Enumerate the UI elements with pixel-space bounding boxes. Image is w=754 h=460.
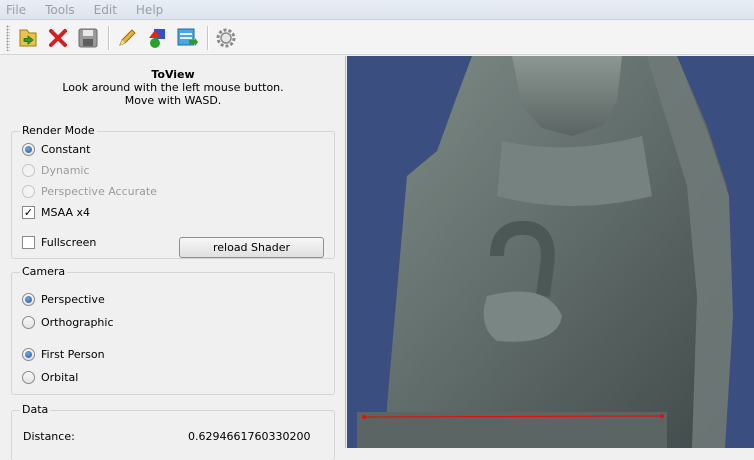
radio-label: Orthographic: [41, 316, 114, 329]
menu-help[interactable]: Help: [136, 3, 163, 17]
measurement-point-end[interactable]: [660, 414, 664, 418]
pencil-icon: [119, 28, 136, 46]
radio-orbital[interactable]: Orbital: [22, 371, 78, 384]
data-title: Data: [20, 403, 51, 416]
radio-perspective-accurate: Perspective Accurate: [22, 185, 157, 198]
distance-value: 0.6294661760330200: [188, 430, 311, 443]
checkbox-checked[interactable]: ✓: [22, 206, 35, 219]
checkbox-label: MSAA x4: [41, 206, 91, 219]
close-button[interactable]: [44, 24, 72, 52]
radio-button: [22, 185, 35, 198]
radio-label: Dynamic: [41, 164, 90, 177]
reload-shader-button[interactable]: reload Shader: [179, 237, 324, 258]
measurement-point-start[interactable]: [362, 415, 366, 419]
radio-label: Constant: [41, 143, 91, 156]
settings-button[interactable]: [212, 24, 240, 52]
radio-first-person[interactable]: First Person: [22, 348, 105, 361]
menu-tools[interactable]: Tools: [45, 3, 75, 17]
radio-label: Orbital: [41, 371, 79, 384]
radio-label: Perspective: [41, 293, 105, 306]
close-x-icon: [49, 28, 67, 47]
radio-button[interactable]: [22, 293, 35, 306]
radio-button[interactable]: [22, 371, 35, 384]
radio-label: Perspective Accurate: [41, 185, 157, 198]
toolbar: [0, 21, 754, 55]
save-disk-icon: [78, 28, 98, 47]
checkbox-msaa[interactable]: ✓ MSAA x4: [22, 206, 90, 219]
toolbar-separator: [108, 25, 109, 50]
save-button[interactable]: [74, 24, 102, 52]
shapes-button[interactable]: [143, 24, 171, 52]
radio-button[interactable]: [22, 143, 35, 156]
panel-title: ToView: [151, 68, 195, 81]
toolbar-grip[interactable]: [6, 24, 10, 51]
gear-icon: [216, 28, 236, 47]
export-window-icon: [177, 28, 198, 46]
radio-constant[interactable]: Constant: [22, 143, 90, 156]
3d-viewport[interactable]: [347, 56, 754, 448]
draw-button[interactable]: [113, 24, 141, 52]
open-button[interactable]: [14, 24, 42, 52]
panel-instructions-look: Look around with the left mouse button.: [62, 81, 284, 94]
open-folder-icon: [19, 29, 37, 46]
radio-orthographic[interactable]: Orthographic: [22, 316, 114, 329]
toolbar-separator: [207, 25, 208, 50]
export-button[interactable]: [173, 24, 201, 52]
menu-bar: File Tools Edit Help: [0, 0, 754, 20]
radio-button[interactable]: [22, 316, 35, 329]
camera-title: Camera: [20, 265, 68, 278]
checkbox-fullscreen[interactable]: Fullscreen: [22, 236, 96, 249]
radio-button[interactable]: [22, 348, 35, 361]
radio-perspective[interactable]: Perspective: [22, 293, 105, 306]
radio-dynamic: Dynamic: [22, 164, 90, 177]
statue-render[interactable]: [347, 56, 754, 448]
radio-label: First Person: [41, 348, 105, 361]
menu-edit[interactable]: Edit: [94, 3, 117, 17]
distance-label: Distance:: [23, 430, 75, 443]
camera-group: Camera Perspective Orthographic First Pe…: [11, 265, 335, 395]
checkbox-label: Fullscreen: [41, 236, 97, 249]
render-mode-title: Render Mode: [20, 124, 97, 137]
checkbox-unchecked[interactable]: [22, 236, 35, 249]
panel-instructions-move: Move with WASD.: [124, 94, 222, 107]
shapes-icon: [149, 28, 165, 48]
menu-file[interactable]: File: [6, 3, 26, 17]
radio-button: [22, 164, 35, 177]
control-panel: ToView Look around with the left mouse b…: [0, 56, 346, 460]
render-mode-group: Render Mode Constant Dynamic Perspective…: [11, 124, 335, 259]
